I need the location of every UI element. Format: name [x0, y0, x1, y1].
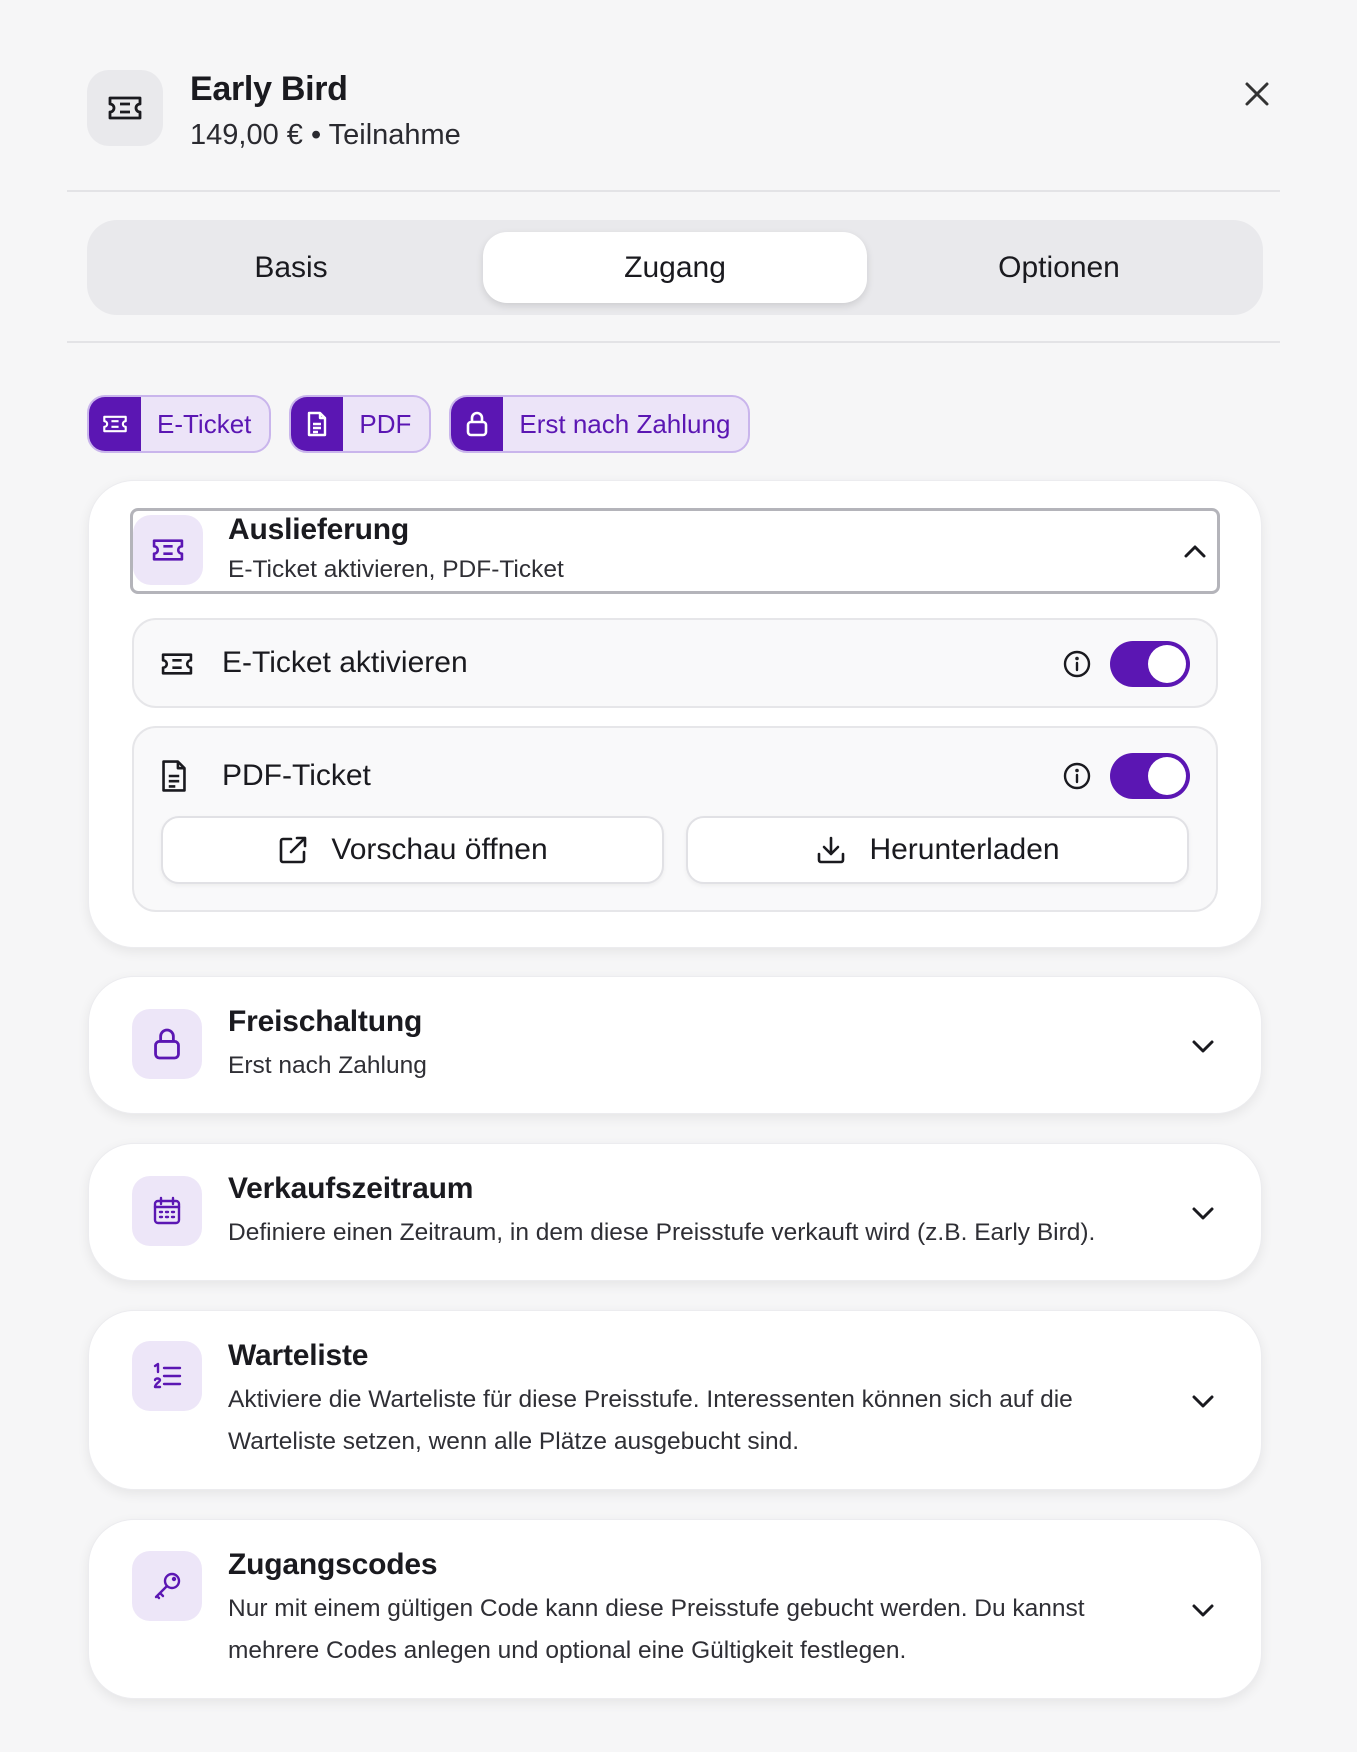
download-button[interactable]: Herunterladen: [686, 816, 1189, 884]
info-icon[interactable]: [1062, 649, 1092, 679]
close-button[interactable]: [1231, 68, 1283, 120]
section-description: Erst nach Zahlung: [228, 1052, 427, 1079]
document-icon: [160, 759, 188, 793]
lock-icon: [451, 397, 504, 451]
ticket-settings-panel: Early Bird 149,00 € • Teilnahme Basis Zu…: [0, 0, 1357, 1752]
chip-pdf: PDF: [289, 395, 432, 453]
numbered-list-icon: [132, 1341, 202, 1411]
download-icon: [818, 836, 845, 864]
section-title: Freischaltung: [228, 1005, 423, 1038]
summary-chips: E-Ticket PDF Erst nach Zahlung: [87, 395, 751, 453]
tab-optionen[interactable]: Optionen: [867, 232, 1251, 303]
delivery-card: Auslieferung E-Ticket aktivieren, PDF-Ti…: [88, 480, 1262, 948]
section-title: Zugangscodes: [228, 1548, 438, 1581]
eticket-label: E-Ticket aktivieren: [222, 646, 468, 679]
chip-eticket: E-Ticket: [87, 395, 272, 453]
ticket-icon: [87, 70, 163, 146]
close-icon: [1245, 82, 1269, 106]
ticket-icon: [89, 397, 141, 451]
chevron-down-icon: [1185, 1383, 1221, 1419]
header-divider: [67, 190, 1280, 192]
ticket-icon: [133, 515, 203, 585]
info-icon[interactable]: [1062, 761, 1092, 791]
chip-label: E-Ticket: [157, 408, 252, 439]
section-description: Aktiviere die Warteliste für diese Preis…: [228, 1386, 1073, 1455]
tab-bar: Basis Zugang Optionen: [87, 220, 1263, 315]
header: Early Bird 149,00 € • Teilnahme: [87, 68, 1283, 162]
sales-period-section[interactable]: Verkaufszeitraum Definiere einen Zeitrau…: [88, 1143, 1262, 1281]
ticket-subtitle: 149,00 € • Teilnahme: [190, 119, 461, 151]
chip-label: PDF: [359, 408, 412, 439]
tabs-divider: [67, 341, 1280, 343]
section-title: Warteliste: [228, 1339, 369, 1372]
toggle-knob: [1148, 645, 1186, 683]
chevron-down-icon: [1185, 1028, 1221, 1064]
pdf-ticket-label: PDF-Ticket: [222, 759, 371, 792]
chevron-up-icon: [1177, 533, 1213, 569]
open-preview-button[interactable]: Vorschau öffnen: [161, 816, 664, 884]
tab-zugang[interactable]: Zugang: [483, 232, 867, 303]
toggle-knob: [1148, 757, 1186, 795]
ticket-title: Early Bird: [190, 70, 348, 108]
section-description: Definiere einen Zeitraum, in dem diese P…: [228, 1219, 1096, 1246]
delivery-accordion-header[interactable]: Auslieferung E-Ticket aktivieren, PDF-Ti…: [130, 508, 1220, 594]
open-preview-label: Vorschau öffnen: [331, 833, 548, 866]
eticket-toggle[interactable]: [1110, 641, 1190, 687]
section-title: Verkaufszeitraum: [228, 1172, 474, 1205]
delivery-title: Auslieferung: [228, 513, 409, 546]
external-link-icon: [280, 836, 307, 864]
chevron-down-icon: [1185, 1592, 1221, 1628]
lock-icon: [132, 1009, 202, 1079]
key-icon: [132, 1551, 202, 1621]
chevron-down-icon: [1185, 1195, 1221, 1231]
calendar-icon: [132, 1176, 202, 1246]
unlock-section[interactable]: Freischaltung Erst nach Zahlung: [88, 976, 1262, 1114]
chip-payment: Erst nach Zahlung: [449, 395, 751, 453]
chip-label: Erst nach Zahlung: [519, 408, 731, 439]
access-codes-section[interactable]: Zugangscodes Nur mit einem gültigen Code…: [88, 1519, 1262, 1699]
pdf-ticket-toggle[interactable]: [1110, 753, 1190, 799]
download-label: Herunterladen: [869, 833, 1060, 866]
waitlist-section[interactable]: Warteliste Aktiviere die Warteliste für …: [88, 1310, 1262, 1490]
section-description: Nur mit einem gültigen Code kann diese P…: [228, 1595, 1085, 1664]
document-icon: [291, 397, 344, 451]
ticket-icon: [160, 651, 194, 677]
tab-basis[interactable]: Basis: [99, 232, 483, 303]
eticket-row: E-Ticket aktivieren: [132, 618, 1218, 708]
pdf-ticket-row: PDF-Ticket Vorschau öffnen Herunterladen: [132, 726, 1218, 912]
delivery-description: E-Ticket aktivieren, PDF-Ticket: [228, 556, 564, 583]
